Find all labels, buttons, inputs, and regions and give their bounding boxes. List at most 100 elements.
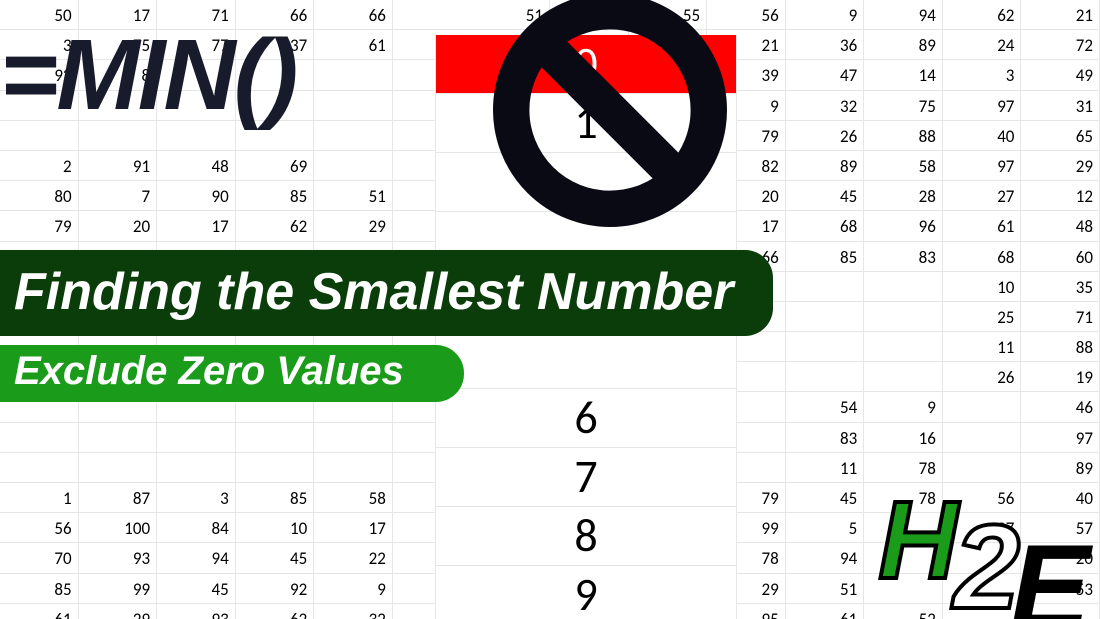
- cell[interactable]: [157, 423, 236, 452]
- cell[interactable]: 97: [943, 151, 1022, 180]
- cell[interactable]: 47: [786, 60, 865, 89]
- cell[interactable]: [0, 423, 79, 452]
- cell[interactable]: 62: [236, 211, 315, 240]
- cell[interactable]: 88: [864, 121, 943, 150]
- cell[interactable]: 78: [864, 453, 943, 482]
- cell[interactable]: [314, 423, 393, 452]
- cell[interactable]: 58: [314, 483, 393, 512]
- cell[interactable]: 97: [943, 91, 1022, 120]
- cell[interactable]: [314, 60, 393, 89]
- cell[interactable]: 7: [79, 181, 158, 210]
- cell[interactable]: 28: [864, 181, 943, 210]
- cell[interactable]: 61: [314, 30, 393, 59]
- cell[interactable]: [786, 272, 865, 301]
- cell[interactable]: 12: [1021, 181, 1100, 210]
- cell[interactable]: [786, 362, 865, 391]
- cell[interactable]: 24: [943, 30, 1022, 59]
- cell[interactable]: 2: [0, 151, 79, 180]
- cell[interactable]: 71: [1021, 302, 1100, 331]
- cell[interactable]: 75: [864, 91, 943, 120]
- cell[interactable]: 61: [0, 604, 79, 619]
- cell[interactable]: 80: [0, 181, 79, 210]
- cell[interactable]: [864, 332, 943, 361]
- cell[interactable]: 20: [79, 211, 158, 240]
- cell[interactable]: 40: [943, 121, 1022, 150]
- cell[interactable]: 35: [1021, 272, 1100, 301]
- cell[interactable]: 51: [314, 181, 393, 210]
- cell[interactable]: 91: [79, 151, 158, 180]
- cell[interactable]: 31: [1021, 91, 1100, 120]
- cell[interactable]: [943, 392, 1022, 421]
- cell[interactable]: [314, 151, 393, 180]
- cell[interactable]: 32: [314, 604, 393, 619]
- cell[interactable]: 48: [157, 151, 236, 180]
- cell[interactable]: 9: [314, 574, 393, 603]
- cell[interactable]: 92: [236, 574, 315, 603]
- cell[interactable]: [79, 453, 158, 482]
- cell[interactable]: 87: [79, 483, 158, 512]
- cell[interactable]: 29: [1021, 151, 1100, 180]
- cell[interactable]: 1: [0, 483, 79, 512]
- cell[interactable]: [864, 362, 943, 391]
- cell[interactable]: 89: [786, 151, 865, 180]
- cell[interactable]: 89: [1021, 453, 1100, 482]
- cell[interactable]: [864, 272, 943, 301]
- cell[interactable]: 49: [1021, 60, 1100, 89]
- cell[interactable]: 83: [864, 242, 943, 271]
- cell[interactable]: 93: [157, 604, 236, 619]
- cell[interactable]: 61: [786, 604, 865, 619]
- cell[interactable]: 94: [864, 0, 943, 29]
- cell[interactable]: 51: [786, 574, 865, 603]
- cell[interactable]: 61: [943, 211, 1022, 240]
- cell[interactable]: 85: [786, 242, 865, 271]
- cell[interactable]: 10: [236, 513, 315, 542]
- cell[interactable]: [236, 453, 315, 482]
- cell[interactable]: 62: [943, 0, 1022, 29]
- cell[interactable]: 9: [864, 392, 943, 421]
- cell[interactable]: 60: [1021, 242, 1100, 271]
- cell[interactable]: 21: [1021, 0, 1100, 29]
- cell[interactable]: 62: [236, 604, 315, 619]
- cell[interactable]: 3: [157, 483, 236, 512]
- cell[interactable]: 17: [314, 513, 393, 542]
- cell[interactable]: 3: [943, 60, 1022, 89]
- cell[interactable]: [943, 423, 1022, 452]
- cell[interactable]: 11: [943, 332, 1022, 361]
- cell[interactable]: 45: [786, 483, 865, 512]
- cell[interactable]: 29: [79, 604, 158, 619]
- cell[interactable]: [393, 0, 472, 29]
- cell[interactable]: [314, 453, 393, 482]
- cell[interactable]: 48: [1021, 211, 1100, 240]
- cell[interactable]: 27: [943, 181, 1022, 210]
- cell[interactable]: 99: [79, 574, 158, 603]
- cell[interactable]: 19: [1021, 362, 1100, 391]
- cell[interactable]: 45: [236, 543, 315, 572]
- cell[interactable]: [79, 423, 158, 452]
- cell[interactable]: 45: [786, 181, 865, 210]
- cell[interactable]: 85: [0, 574, 79, 603]
- cell[interactable]: 58: [864, 151, 943, 180]
- cell[interactable]: 32: [786, 91, 865, 120]
- cell[interactable]: 26: [786, 121, 865, 150]
- cell[interactable]: 11: [786, 453, 865, 482]
- cell[interactable]: 9: [786, 0, 865, 29]
- cell[interactable]: 97: [1021, 423, 1100, 452]
- cell[interactable]: 72: [1021, 30, 1100, 59]
- cell[interactable]: 25: [943, 302, 1022, 331]
- cell[interactable]: 79: [0, 211, 79, 240]
- cell[interactable]: [236, 423, 315, 452]
- cell[interactable]: 93: [79, 543, 158, 572]
- cell[interactable]: 85: [236, 483, 315, 512]
- cell[interactable]: 66: [314, 0, 393, 29]
- cell[interactable]: 46: [1021, 392, 1100, 421]
- cell[interactable]: 89: [864, 30, 943, 59]
- cell[interactable]: 52: [864, 604, 943, 619]
- cell[interactable]: [314, 121, 393, 150]
- cell[interactable]: 69: [236, 151, 315, 180]
- cell[interactable]: 90: [157, 181, 236, 210]
- cell[interactable]: [864, 302, 943, 331]
- cell[interactable]: 100: [79, 513, 158, 542]
- cell[interactable]: 36: [786, 30, 865, 59]
- cell[interactable]: [786, 332, 865, 361]
- cell[interactable]: 88: [1021, 332, 1100, 361]
